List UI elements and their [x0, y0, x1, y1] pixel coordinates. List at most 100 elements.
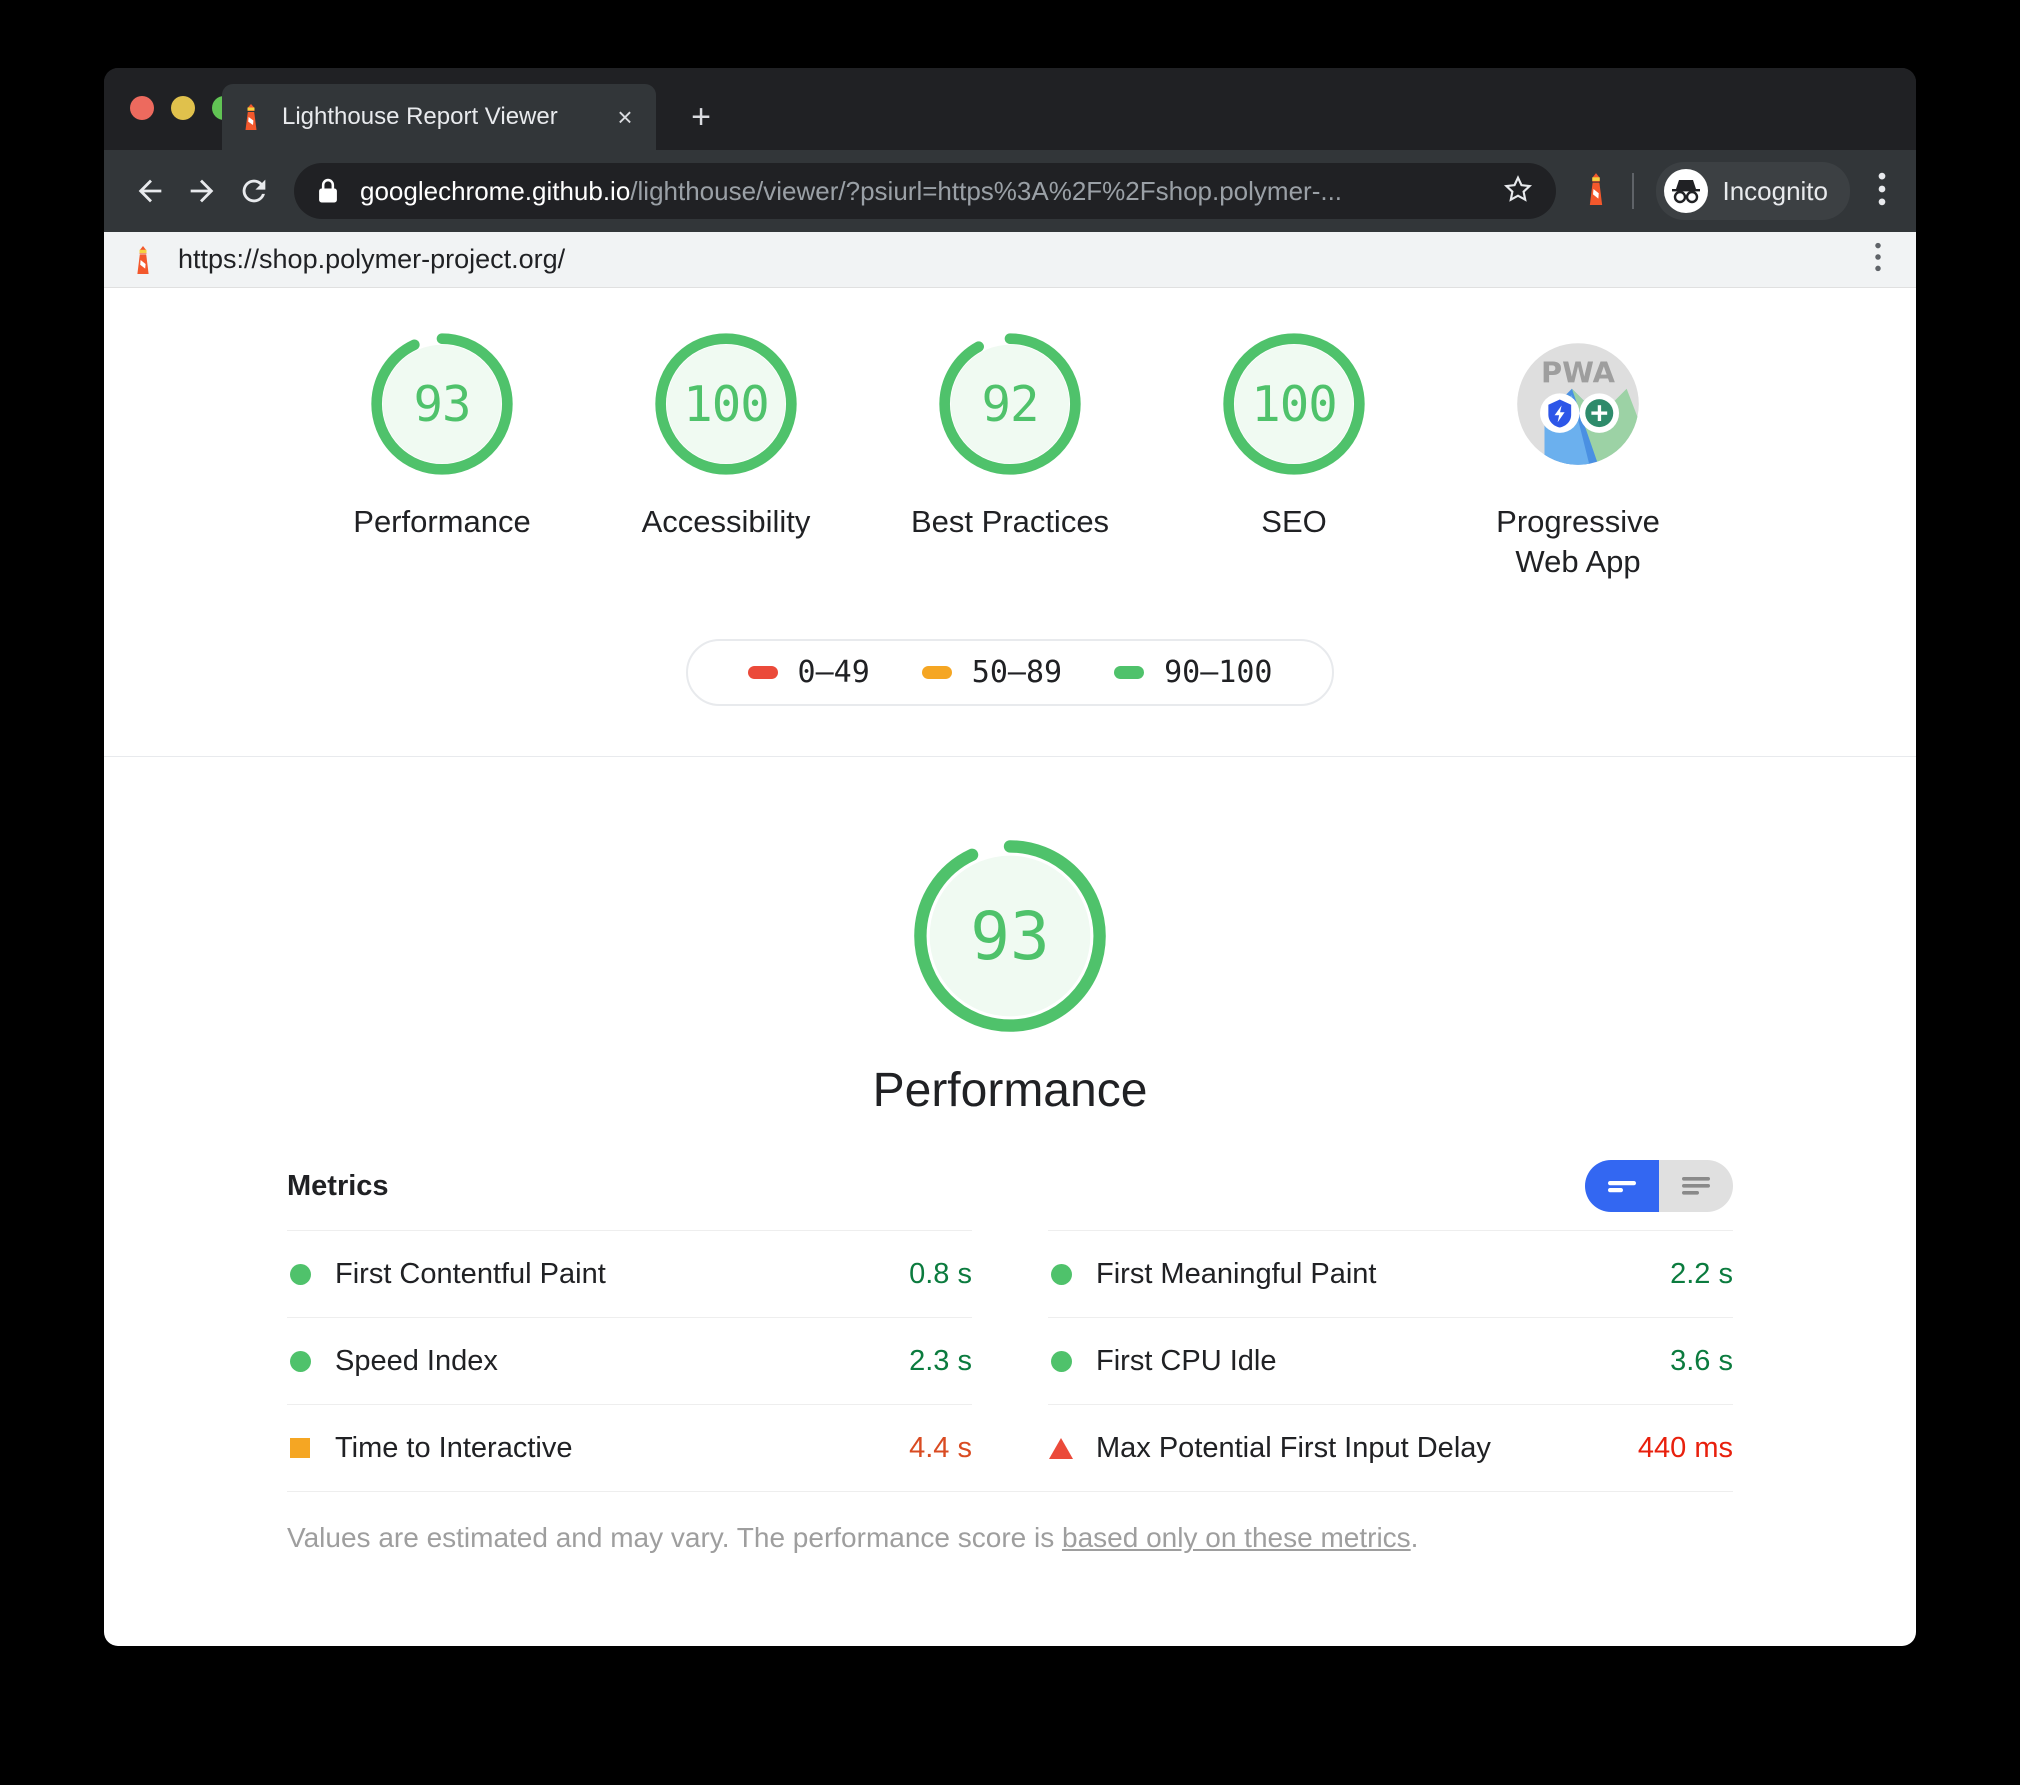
score-best-practices[interactable]: 92 Best Practices — [868, 328, 1152, 542]
gauge-value: 93 — [413, 375, 471, 433]
page-content: https://shop.polymer-project.org/ 93 Per… — [104, 232, 1916, 1646]
legend-item-pass: 90–100 — [1114, 655, 1272, 690]
toggle-detailed-view[interactable] — [1659, 1160, 1733, 1213]
kebab-menu-icon — [1875, 242, 1881, 272]
footnote-link[interactable]: based only on these metrics — [1062, 1522, 1411, 1553]
profile-label: Incognito — [1722, 175, 1828, 206]
metrics-view-toggle[interactable] — [1585, 1160, 1733, 1213]
score-legend-row: 0–49 50–89 90–100 — [104, 639, 1916, 707]
metric-name: Time to Interactive — [335, 1431, 573, 1464]
url-host: googlechrome.github.io — [360, 175, 631, 206]
browser-menu-button[interactable] — [1868, 171, 1896, 212]
legend-item-fail: 0–49 — [747, 655, 870, 691]
profile-chip[interactable]: Incognito — [1656, 162, 1850, 220]
close-window-button[interactable] — [130, 96, 154, 120]
new-tab-button[interactable]: + — [684, 100, 718, 135]
close-tab-button[interactable]: × — [610, 104, 640, 130]
legend-range: 0–49 — [797, 655, 870, 691]
reload-button[interactable] — [228, 165, 280, 217]
url-path: /lighthouse/viewer/?psiurl=https%3A%2F%2… — [630, 175, 1343, 206]
hero-gauge: 93 — [907, 833, 1113, 1039]
legend-pill-red — [747, 666, 778, 680]
score-performance[interactable]: 93 Performance — [300, 328, 584, 542]
forward-button[interactable] — [176, 165, 228, 217]
footnote-suffix: . — [1410, 1522, 1419, 1554]
browser-window: Lighthouse Report Viewer × + googlechrom… — [104, 68, 1916, 1646]
toolbar-divider — [1632, 173, 1635, 209]
score-label: Progressive Web App — [1496, 504, 1660, 579]
metric-name: First Contentful Paint — [335, 1257, 606, 1290]
metric-name: Speed Index — [335, 1344, 498, 1377]
minimize-window-button[interactable] — [171, 96, 195, 120]
gauge-performance: 93 — [366, 328, 518, 480]
metric-name: Max Potential First Input Delay — [1096, 1431, 1491, 1464]
toggle-simple-view[interactable] — [1585, 1160, 1659, 1213]
metrics-footnote: Values are estimated and may vary. The p… — [287, 1491, 1733, 1554]
gauge-accessibility: 100 — [650, 328, 802, 480]
browser-toolbar: googlechrome.github.io/lighthouse/viewer… — [104, 150, 1916, 232]
metrics-columns: First Contentful Paint 0.8 s Speed Index… — [287, 1230, 1733, 1491]
score-progressive-web-app[interactable]: PWA Progressive Web App — [1436, 328, 1720, 581]
legend-pill-orange — [921, 666, 952, 680]
score-summary: 93 Performance 100 Accessibility 92 Best… — [104, 288, 1916, 581]
gauge-seo: 100 — [1218, 328, 1370, 480]
incognito-icon — [1672, 180, 1701, 204]
metric-row[interactable]: Max Potential First Input Delay 440 ms — [1048, 1404, 1733, 1491]
report-url-bar: https://shop.polymer-project.org/ — [104, 232, 1916, 288]
metric-value: 2.3 s — [909, 1344, 972, 1377]
hero-gauge-value: 93 — [970, 897, 1050, 975]
status-average-icon — [287, 1438, 313, 1459]
window-controls — [130, 96, 236, 120]
legend-pill-green — [1114, 666, 1145, 680]
lighthouse-extension-button[interactable] — [1582, 172, 1610, 211]
browser-tab[interactable]: Lighthouse Report Viewer × — [222, 84, 656, 150]
metric-value: 0.8 s — [909, 1257, 972, 1290]
gauge-value: 92 — [981, 375, 1039, 433]
metrics-column-right: First Meaningful Paint 2.2 s First CPU I… — [1048, 1230, 1733, 1491]
back-button[interactable] — [124, 165, 176, 217]
metric-row[interactable]: First Contentful Paint 0.8 s — [287, 1230, 972, 1317]
metric-value: 3.6 s — [1670, 1344, 1733, 1377]
score-label: Accessibility — [641, 504, 811, 539]
metric-value: 2.2 s — [1670, 1257, 1733, 1290]
metric-row[interactable]: First Meaningful Paint 2.2 s — [1048, 1230, 1733, 1317]
pwa-badge-text: PWA — [1541, 356, 1616, 390]
detailed-view-icon — [1682, 1177, 1710, 1195]
report-url: https://shop.polymer-project.org/ — [178, 244, 566, 274]
tab-strip: Lighthouse Report Viewer × + — [104, 68, 1916, 150]
lighthouse-extension-icon — [1590, 172, 1603, 205]
status-pass-icon — [287, 1350, 313, 1372]
metrics-section: Metrics First Contentful Paint 0.8 s Spe… — [104, 1160, 1916, 1554]
legend-range: 50–89 — [971, 655, 1063, 691]
metric-name: First Meaningful Paint — [1096, 1257, 1377, 1290]
kebab-menu-icon — [1878, 172, 1886, 205]
legend-item-average: 50–89 — [921, 655, 1063, 691]
gauge-best-practices: 92 — [934, 328, 1086, 480]
forward-arrow-icon — [190, 179, 214, 203]
performance-hero: 93 Performance — [104, 757, 1916, 1118]
bookmark-button[interactable] — [1502, 173, 1534, 210]
metrics-title: Metrics — [287, 1169, 389, 1202]
metric-row[interactable]: Speed Index 2.3 s — [287, 1317, 972, 1404]
metric-value: 440 ms — [1637, 1431, 1733, 1464]
bookmark-star-icon — [1504, 174, 1533, 202]
back-arrow-icon — [138, 179, 162, 203]
metrics-header: Metrics — [287, 1160, 1733, 1220]
score-accessibility[interactable]: 100 Accessibility — [584, 328, 868, 542]
score-label: SEO — [1261, 504, 1327, 539]
score-label: Performance — [353, 504, 531, 539]
address-bar[interactable]: googlechrome.github.io/lighthouse/viewer… — [294, 163, 1557, 219]
url-text: googlechrome.github.io/lighthouse/viewer… — [360, 176, 1490, 207]
hero-label: Performance — [872, 1064, 1148, 1118]
report-menu-button[interactable] — [1866, 241, 1890, 278]
simple-view-icon — [1608, 1181, 1636, 1193]
gauge-value: 100 — [1251, 375, 1338, 433]
metric-value: 4.4 s — [909, 1431, 972, 1464]
pwa-badge-graphic: PWA — [1517, 343, 1639, 465]
metric-row[interactable]: First CPU Idle 3.6 s — [1048, 1317, 1733, 1404]
score-seo[interactable]: 100 SEO — [1152, 328, 1436, 542]
metrics-column-left: First Contentful Paint 0.8 s Speed Index… — [287, 1230, 972, 1491]
metric-row[interactable]: Time to Interactive 4.4 s — [287, 1404, 972, 1491]
status-fail-icon — [1048, 1437, 1074, 1459]
score-label: Best Practices — [910, 504, 1110, 539]
